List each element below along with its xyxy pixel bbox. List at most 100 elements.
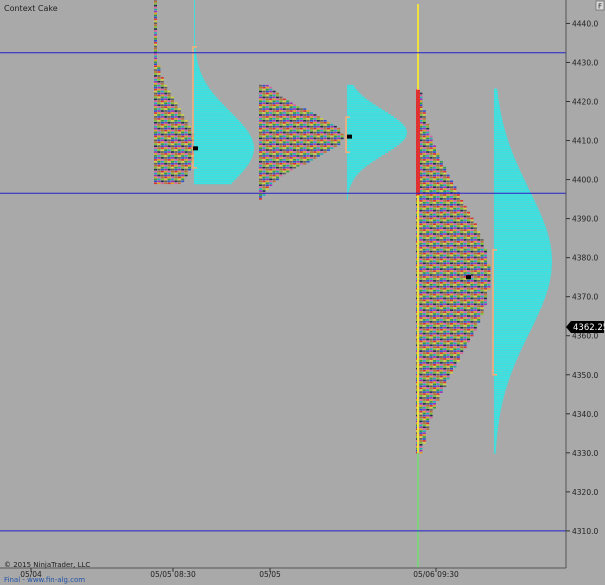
tpo-block <box>473 307 477 309</box>
tpo-block <box>265 164 269 167</box>
tpo-block <box>419 280 423 282</box>
tpo-block <box>419 442 423 444</box>
tpo-block <box>463 223 467 226</box>
tpo-block <box>293 145 296 147</box>
tpo-block <box>470 330 474 333</box>
tpo-block <box>279 110 283 112</box>
tpo-block <box>160 116 164 118</box>
tpo-block <box>484 252 487 255</box>
tpo-block <box>446 203 450 206</box>
tpo-block <box>154 145 157 147</box>
tpo-block <box>453 342 457 345</box>
tpo-block <box>429 401 433 403</box>
tpo-block <box>487 287 491 290</box>
tpo-block <box>467 285 470 288</box>
tpo-block <box>320 147 324 149</box>
tpo-block <box>433 340 436 343</box>
tpo-block <box>436 178 440 181</box>
volume-bar <box>347 143 400 146</box>
tpo-block <box>259 116 262 118</box>
tpo-block <box>419 393 423 395</box>
tpo-block <box>429 262 433 265</box>
tpo-block <box>436 170 440 173</box>
tpo-block <box>429 330 433 333</box>
tpo-block <box>443 215 447 218</box>
tpo-block <box>450 305 453 308</box>
tpo-block <box>467 264 470 267</box>
tpo-block <box>419 389 423 391</box>
tpo-block <box>446 287 450 290</box>
tpo-block <box>164 147 168 149</box>
tpo-block <box>154 166 157 169</box>
tpo-block <box>484 260 487 263</box>
volume-bar <box>194 100 221 103</box>
tpo-block <box>443 174 447 177</box>
tpo-block <box>456 272 460 274</box>
tpo-block <box>154 49 157 52</box>
tpo-block <box>419 219 423 222</box>
tpo-block <box>279 151 283 153</box>
tpo-block <box>456 248 460 251</box>
tpo-block <box>426 229 430 231</box>
tpo-block <box>426 174 430 177</box>
credit-link[interactable]: Final - www.fin-alg.com <box>4 576 85 584</box>
tpo-block <box>443 170 447 173</box>
tpo-block <box>419 287 423 290</box>
tpo-block <box>470 219 474 222</box>
tpo-block <box>450 315 453 317</box>
tpo-block <box>443 311 447 313</box>
tpo-block <box>282 121 286 124</box>
corner-button[interactable]: F <box>595 0 605 11</box>
tpo-block <box>313 153 317 155</box>
tpo-block <box>299 131 303 134</box>
tpo-block <box>453 207 457 210</box>
tpo-block <box>282 139 286 142</box>
tpo-block <box>446 332 450 335</box>
tpo-block <box>269 184 273 187</box>
tpo-block <box>450 260 453 263</box>
tpo-block <box>446 244 450 247</box>
tpo-block <box>422 340 426 343</box>
tpo-block <box>453 358 457 360</box>
tpo-block <box>272 161 276 163</box>
volume-bar <box>494 340 526 343</box>
tpo-block <box>426 282 430 284</box>
tpo-block <box>422 399 426 401</box>
tpo-block <box>282 131 286 134</box>
tpo-block <box>439 346 443 349</box>
tpo-block <box>164 170 168 173</box>
tpo-block <box>480 260 484 263</box>
tpo-block <box>456 200 460 202</box>
tpo-block <box>272 162 276 165</box>
tpo-block <box>467 328 470 331</box>
tpo-block <box>426 352 430 354</box>
volume-bar <box>347 133 407 136</box>
tpo-block <box>276 162 279 165</box>
tpo-block <box>443 350 447 352</box>
tpo-block <box>154 133 157 136</box>
tpo-block <box>419 430 423 432</box>
tpo-block <box>276 141 279 144</box>
tpo-block <box>160 153 164 155</box>
tpo-block <box>470 250 474 253</box>
tpo-block <box>453 315 457 317</box>
tpo-block <box>262 157 266 159</box>
market-profile-chart[interactable]: 4310.04320.04330.04340.04350.04360.04370… <box>0 0 605 585</box>
tpo-block <box>433 270 436 272</box>
tpo-block <box>327 125 330 128</box>
tpo-block <box>320 145 324 147</box>
tpo-block <box>299 147 303 149</box>
tpo-block <box>316 137 320 140</box>
tpo-block <box>439 295 443 298</box>
volume-bar <box>194 38 195 40</box>
tpo-block <box>436 330 440 333</box>
tpo-block <box>426 410 430 413</box>
volume-bar <box>494 166 519 169</box>
tpo-block <box>419 231 423 233</box>
tpo-block <box>429 153 433 155</box>
tpo-block <box>306 110 310 112</box>
tpo-block <box>450 352 453 354</box>
tpo-block <box>467 227 470 229</box>
tpo-block <box>303 120 307 122</box>
tpo-block <box>422 116 426 118</box>
